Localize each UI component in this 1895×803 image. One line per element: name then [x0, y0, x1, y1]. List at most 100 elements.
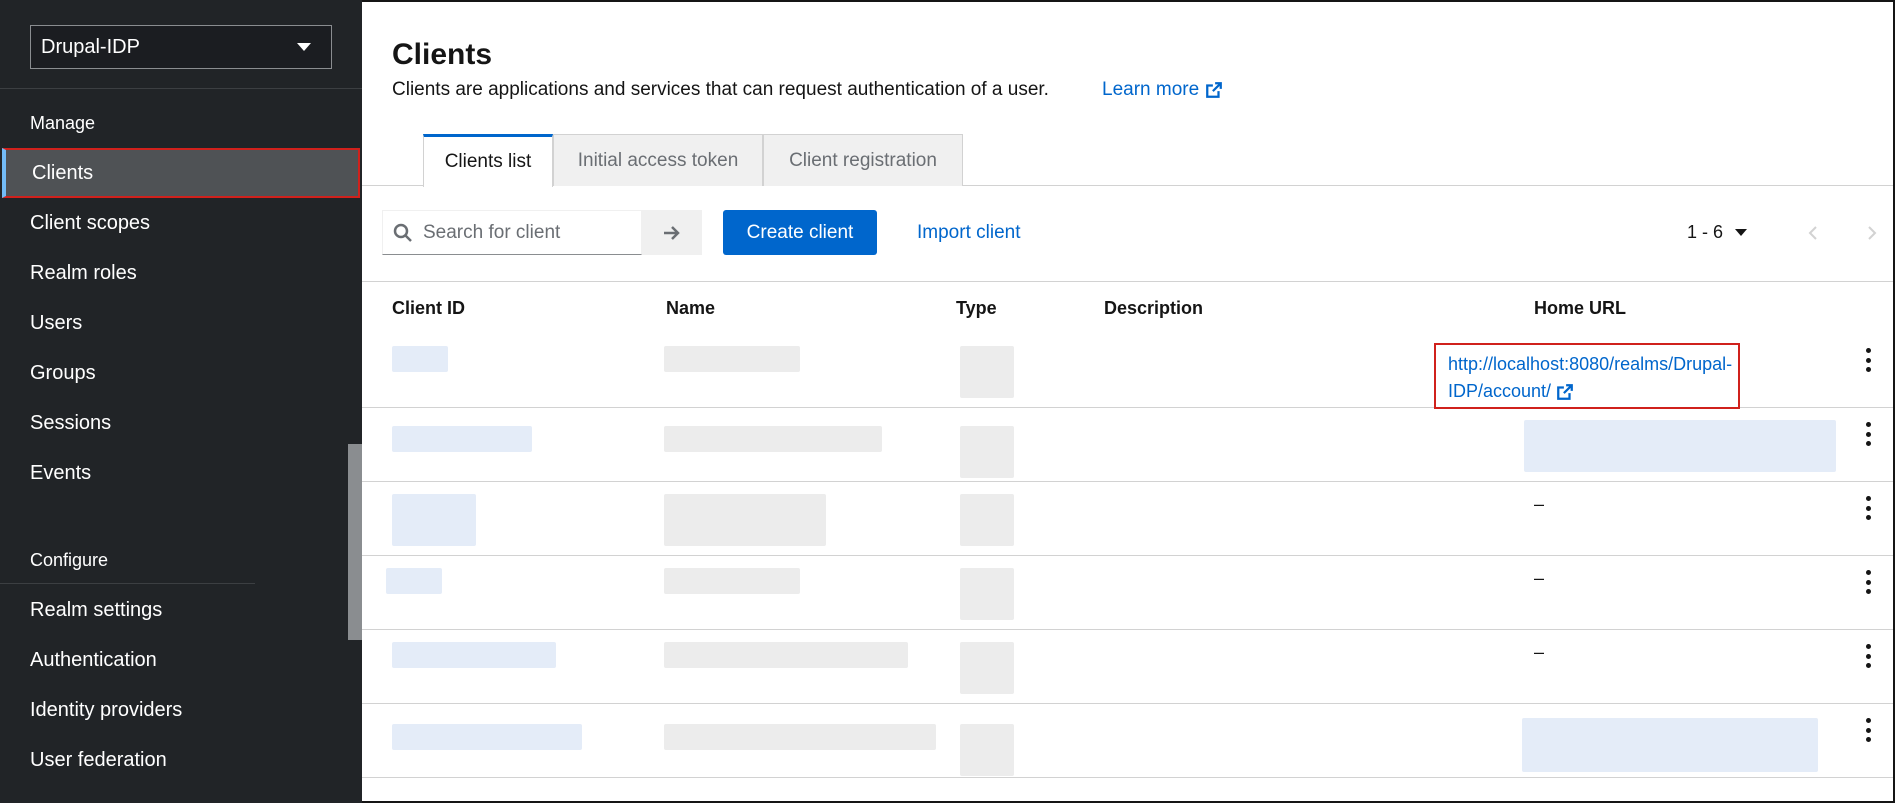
- learn-more-label: Learn more: [1102, 79, 1200, 100]
- nav-section-manage: Manage: [30, 113, 96, 133]
- home-url-link[interactable]: [1524, 420, 1836, 472]
- sidebar-item-label: Realm roles: [30, 261, 137, 284]
- sidebar-item-realm-settings[interactable]: Realm settings: [0, 585, 362, 635]
- pagination-toggle[interactable]: 1 - 6: [1687, 210, 1748, 255]
- sidebar-item-label: Events: [30, 461, 92, 484]
- client-name: [664, 568, 800, 594]
- next-page-button[interactable]: [1857, 210, 1887, 255]
- client-name: [664, 346, 800, 372]
- client-type: [960, 426, 1014, 478]
- page-description: Clients are applications and services th…: [392, 79, 1049, 100]
- client-name: [664, 724, 936, 750]
- client-id-link[interactable]: [392, 724, 582, 750]
- toolbar: Create client Import client 1 - 6: [362, 186, 1893, 282]
- table-row: http://localhost:8080/realms/Drupal-IDP/…: [362, 334, 1893, 409]
- sidebar-item-label: Client scopes: [30, 211, 151, 234]
- arrow-right-icon: [664, 225, 680, 240]
- client-id-link[interactable]: [386, 568, 442, 594]
- search-submit-button[interactable]: [642, 210, 702, 255]
- import-client-label: Import client: [917, 221, 1021, 243]
- sidebar-item-authentication[interactable]: Authentication: [0, 635, 362, 685]
- sidebar-item-user-federation[interactable]: User federation: [0, 735, 362, 785]
- table-header: Client ID Name Type Description Home URL: [362, 282, 1893, 334]
- sidebar-item-label: Realm settings: [30, 598, 163, 621]
- row-actions-kebab-icon[interactable]: [1862, 496, 1874, 520]
- client-id-link[interactable]: [392, 642, 556, 668]
- search-input[interactable]: [423, 221, 623, 244]
- tab-client-registration[interactable]: Client registration: [763, 134, 963, 186]
- import-client-button[interactable]: Import client: [917, 210, 1020, 255]
- sidebar-item-clients[interactable]: Clients: [2, 148, 360, 198]
- column-header-description[interactable]: Description: [1104, 282, 1203, 334]
- table-row: –: [362, 630, 1893, 704]
- client-type: [960, 724, 1014, 776]
- home-url-text: http://localhost:8080/realms/Drupal-IDP/…: [1448, 354, 1733, 401]
- sidebar-item-realm-roles[interactable]: Realm roles: [0, 248, 362, 298]
- sidebar-item-label: Authentication: [30, 648, 157, 671]
- table-row: [362, 408, 1893, 482]
- nav-section-configure: Configure: [30, 550, 109, 570]
- sidebar-item-events[interactable]: Events: [0, 448, 362, 498]
- row-actions-kebab-icon[interactable]: [1862, 718, 1874, 742]
- row-actions-kebab-icon[interactable]: [1862, 570, 1874, 594]
- home-url-empty: –: [1534, 568, 1545, 588]
- tab-bar: Clients list Initial access token Client…: [362, 134, 1893, 187]
- external-link-icon: [1557, 384, 1573, 401]
- chevron-right-icon: [1868, 225, 1877, 240]
- sidebar-item-label: User federation: [30, 748, 167, 771]
- client-type: [960, 494, 1014, 546]
- table-row: –: [362, 482, 1893, 556]
- row-actions-kebab-icon[interactable]: [1862, 644, 1874, 668]
- client-name: [664, 494, 826, 546]
- learn-more-link[interactable]: Learn more: [1102, 79, 1223, 101]
- sidebar-item-label: Users: [30, 311, 83, 334]
- create-client-button[interactable]: Create client: [723, 210, 877, 255]
- caret-down-icon: [297, 43, 311, 51]
- page-title: Clients: [392, 38, 493, 71]
- client-name: [664, 426, 882, 452]
- sidebar-item-sessions[interactable]: Sessions: [0, 398, 362, 448]
- table-row: [362, 704, 1893, 778]
- home-url-link[interactable]: [1522, 718, 1818, 772]
- client-id-link[interactable]: [392, 346, 448, 372]
- client-name: [664, 642, 908, 668]
- sidebar-item-label: Groups: [30, 361, 96, 384]
- sidebar-item-label: Identity providers: [30, 698, 183, 721]
- client-type: [960, 568, 1014, 620]
- client-id-link[interactable]: [392, 494, 476, 546]
- home-url-empty: –: [1534, 642, 1545, 662]
- row-actions-kebab-icon[interactable]: [1862, 422, 1874, 446]
- search-box: [382, 210, 642, 255]
- tab-initial-access-token[interactable]: Initial access token: [553, 134, 763, 186]
- sidebar-item-label: Sessions: [30, 411, 112, 434]
- column-header-name[interactable]: Name: [666, 282, 715, 334]
- external-link-icon: [1206, 82, 1223, 98]
- sidebar: Drupal-IDP Manage Clients Client scopes …: [0, 0, 362, 803]
- client-id-link[interactable]: [392, 426, 532, 452]
- tab-clients-list[interactable]: Clients list: [423, 134, 553, 187]
- tab-label: Initial access token: [577, 149, 739, 171]
- sidebar-item-client-scopes[interactable]: Client scopes: [0, 198, 362, 248]
- sidebar-divider: [0, 88, 362, 89]
- tab-label: Clients list: [444, 151, 532, 172]
- home-url-link[interactable]: http://localhost:8080/realms/Drupal-IDP/…: [1434, 343, 1740, 409]
- sidebar-item-groups[interactable]: Groups: [0, 348, 362, 398]
- sidebar-divider: [0, 583, 255, 584]
- caret-down-icon: [1735, 229, 1748, 236]
- previous-page-button[interactable]: [1798, 210, 1828, 255]
- search-icon: [393, 223, 412, 242]
- realm-selector[interactable]: Drupal-IDP: [30, 25, 332, 69]
- client-type: [960, 346, 1014, 398]
- table-row: –: [362, 556, 1893, 630]
- tab-label: Client registration: [789, 149, 937, 171]
- row-actions-kebab-icon[interactable]: [1862, 348, 1874, 372]
- column-header-home-url[interactable]: Home URL: [1534, 282, 1626, 334]
- sidebar-item-identity-providers[interactable]: Identity providers: [0, 685, 362, 735]
- create-client-label: Create client: [746, 221, 854, 243]
- sidebar-item-users[interactable]: Users: [0, 298, 362, 348]
- home-url-empty: –: [1534, 494, 1545, 514]
- sidebar-item-label: Clients: [32, 161, 94, 184]
- column-header-client-id[interactable]: Client ID: [392, 282, 465, 334]
- chevron-left-icon: [1808, 225, 1817, 240]
- column-header-type[interactable]: Type: [956, 282, 997, 334]
